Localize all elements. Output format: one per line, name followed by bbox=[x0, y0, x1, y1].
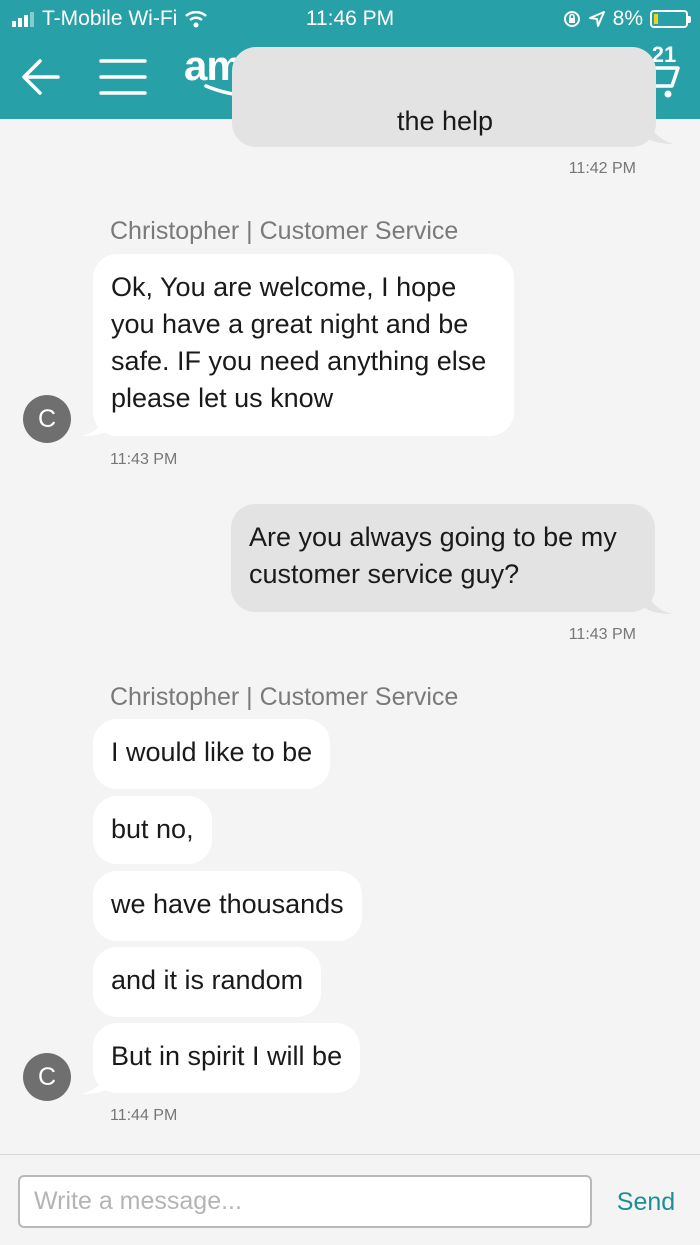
message-text: But in spirit I will be bbox=[111, 1041, 343, 1071]
message-text: but no, bbox=[111, 814, 194, 844]
agent-avatar: C bbox=[23, 1053, 71, 1101]
agent-message-bubble: I would like to be bbox=[93, 719, 331, 789]
message-timestamp: 11:43 PM bbox=[568, 626, 636, 643]
message-text: Ok, You are welcome, I hope you have a g… bbox=[111, 272, 487, 413]
message-text: Are you always going to be my customer s… bbox=[249, 522, 617, 589]
location-icon bbox=[588, 11, 605, 27]
message-text: I would like to be bbox=[111, 737, 313, 767]
user-message-bubble: Are you always going to be my customer s… bbox=[231, 504, 655, 612]
bubble-tail bbox=[82, 1069, 110, 1094]
message-timestamp: 11:42 PM bbox=[568, 160, 636, 177]
agent-message-bubble: But in spirit I will be bbox=[93, 1023, 361, 1093]
message-text: we have thousands bbox=[111, 889, 344, 919]
bubble-tail bbox=[644, 589, 672, 614]
agent-message-bubble: we have thousands bbox=[93, 871, 362, 941]
sender-name: Christopher | Customer Service bbox=[110, 217, 459, 245]
message-timestamp: 11:44 PM bbox=[110, 1107, 178, 1124]
battery-icon bbox=[650, 10, 691, 28]
message-list[interactable]: the help 11:42 PM Christopher | Customer… bbox=[0, 47, 700, 1154]
send-button[interactable]: Send bbox=[605, 1177, 687, 1227]
user-message-bubble: the help bbox=[232, 47, 656, 147]
bubble-tail bbox=[82, 411, 110, 436]
message-text: the help bbox=[396, 106, 494, 136]
agent-message-bubble: and it is random bbox=[93, 947, 322, 1017]
agent-message-bubble: Ok, You are welcome, I hope you have a g… bbox=[93, 254, 514, 436]
message-text: and it is random bbox=[111, 965, 304, 995]
status-right: 8% bbox=[563, 7, 691, 31]
message-input[interactable] bbox=[18, 1175, 592, 1228]
sender-name: Christopher | Customer Service bbox=[110, 683, 459, 711]
menu-icon[interactable] bbox=[98, 55, 148, 99]
battery-percent: 8% bbox=[612, 7, 643, 30]
chat-screen: T-Mobile Wi-Fi 11:46 PM 8% 21 the help 1… bbox=[0, 0, 700, 1245]
lock-rotation-icon bbox=[563, 11, 580, 27]
status-bar: T-Mobile Wi-Fi 11:46 PM 8% bbox=[0, 0, 700, 40]
agent-message-bubble: but no, bbox=[93, 796, 212, 864]
message-composer: Send bbox=[0, 1154, 700, 1245]
back-arrow-icon[interactable] bbox=[18, 54, 64, 100]
agent-avatar: C bbox=[23, 395, 71, 443]
bubble-tail bbox=[646, 119, 674, 144]
message-timestamp: 11:43 PM bbox=[110, 451, 178, 468]
